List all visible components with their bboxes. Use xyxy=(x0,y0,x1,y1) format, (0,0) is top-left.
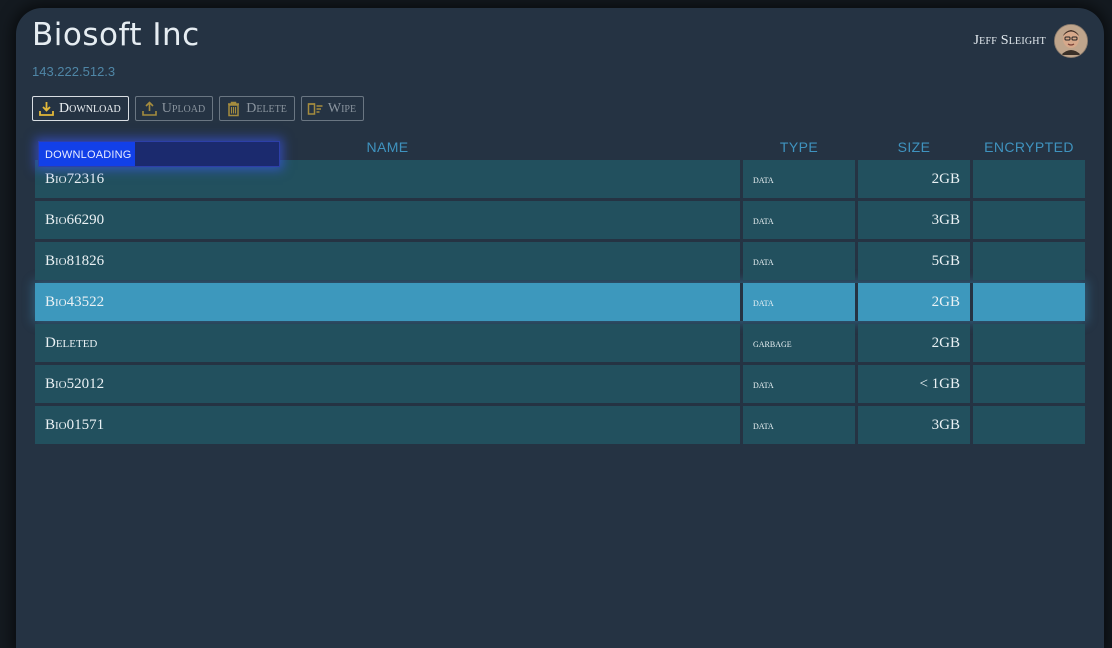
file-type-cell: data xyxy=(743,242,855,280)
column-header-size[interactable]: SIZE xyxy=(858,139,970,155)
table-row[interactable]: Bio43522 data 2GB xyxy=(35,283,1085,321)
file-name-cell: Deleted xyxy=(35,324,740,362)
upload-tray-icon xyxy=(141,101,157,116)
delete-label: Delete xyxy=(246,100,287,116)
table-row[interactable]: Bio01571 data 3GB xyxy=(35,406,1085,444)
upload-label: Upload xyxy=(161,100,206,116)
file-size-cell: < 1GB xyxy=(858,365,970,403)
file-size-cell: 2GB xyxy=(858,160,970,198)
file-name-cell: Bio43522 xyxy=(35,283,740,321)
upload-button[interactable]: Upload xyxy=(134,96,214,121)
wipe-icon xyxy=(307,103,323,115)
file-type-cell: data xyxy=(743,160,855,198)
wipe-button[interactable]: Wipe xyxy=(300,96,365,121)
file-name-cell: Bio52012 xyxy=(35,365,740,403)
download-tray-icon xyxy=(39,102,54,116)
file-encrypted-cell xyxy=(973,406,1085,444)
file-size-cell: 2GB xyxy=(858,283,970,321)
file-type-cell: data xyxy=(743,283,855,321)
download-progress-bar: DOWNLOADING xyxy=(38,141,280,167)
file-type-cell: data xyxy=(743,365,855,403)
file-encrypted-cell xyxy=(973,160,1085,198)
file-encrypted-cell xyxy=(973,201,1085,239)
file-encrypted-cell xyxy=(973,242,1085,280)
table-row[interactable]: Bio81826 data 5GB xyxy=(35,242,1085,280)
file-table: Bio72316 data 2GB Bio66290 data 3GB Bio81826 da… xyxy=(35,160,1085,447)
column-header-encrypted[interactable]: ENCRYPTED xyxy=(973,139,1085,155)
table-row[interactable]: Deleted garbage 2GB xyxy=(35,324,1085,362)
table-row[interactable]: Bio52012 data < 1GB xyxy=(35,365,1085,403)
file-type-cell: data xyxy=(743,201,855,239)
column-header-type[interactable]: TYPE xyxy=(743,139,855,155)
ip-address: 143.222.512.3 xyxy=(32,64,116,79)
progress-label: DOWNLOADING xyxy=(45,149,132,161)
file-size-cell: 3GB xyxy=(858,201,970,239)
file-name-cell: Bio01571 xyxy=(35,406,740,444)
table-row[interactable]: Bio66290 data 3GB xyxy=(35,201,1085,239)
avatar[interactable] xyxy=(1054,24,1088,58)
trash-icon xyxy=(228,101,240,117)
file-size-cell: 2GB xyxy=(858,324,970,362)
file-name-cell: Bio81826 xyxy=(35,242,740,280)
file-size-cell: 3GB xyxy=(858,406,970,444)
app-title: Biosoft Inc xyxy=(32,17,200,53)
download-button[interactable]: Download xyxy=(32,96,129,121)
file-type-cell: data xyxy=(743,406,855,444)
download-label: Download xyxy=(59,100,121,116)
file-type-cell: garbage xyxy=(743,324,855,362)
file-encrypted-cell xyxy=(973,365,1085,403)
delete-button[interactable]: Delete xyxy=(219,96,295,121)
user-photo-icon xyxy=(1055,25,1087,57)
file-encrypted-cell xyxy=(973,324,1085,362)
user-menu[interactable]: Jeff Sleight xyxy=(974,24,1088,58)
user-name: Jeff Sleight xyxy=(973,33,1046,48)
toolbar: Download Upload Delete Wipe xyxy=(32,96,365,121)
wipe-label: Wipe xyxy=(327,100,357,116)
file-encrypted-cell xyxy=(973,283,1085,321)
file-name-cell: Bio66290 xyxy=(35,201,740,239)
file-size-cell: 5GB xyxy=(858,242,970,280)
